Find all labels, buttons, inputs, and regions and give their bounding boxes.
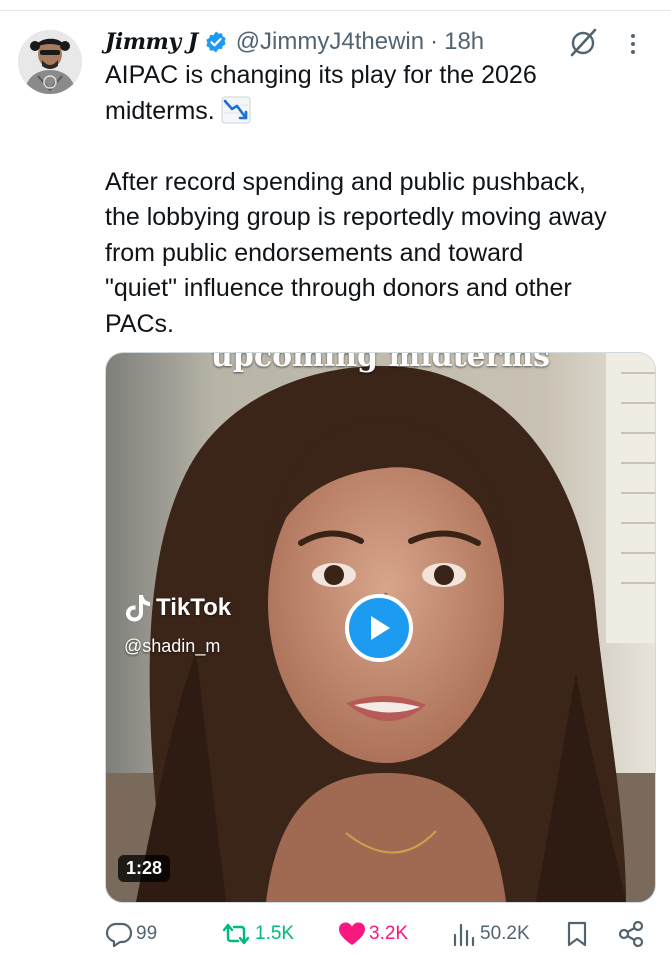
- tweet-text-line: midterms.: [105, 94, 660, 130]
- header-separator: ·: [430, 28, 439, 55]
- user-handle[interactable]: @JimmyJ4thewin: [236, 28, 424, 56]
- tweet-text: AIPAC is changing its play for the 2026 …: [105, 58, 660, 342]
- share-icon: [618, 920, 644, 948]
- tweet-text-line: After record spending and public pushbac…: [105, 167, 586, 196]
- views-button[interactable]: 50.2K: [451, 916, 530, 952]
- bookmark-button[interactable]: [565, 916, 592, 952]
- play-icon: [371, 616, 390, 640]
- repost-icon: [222, 923, 250, 945]
- top-divider: [0, 0, 671, 11]
- heart-icon: [339, 922, 365, 945]
- tweet-text-fragment: midterms.: [105, 96, 215, 125]
- video-caption: upcoming midterms: [211, 352, 550, 374]
- reply-button[interactable]: 99: [105, 916, 157, 952]
- repost-count: 1.5K: [255, 923, 295, 944]
- tiktok-brand-label: TikTok: [156, 594, 232, 621]
- video-duration: 1:28: [118, 855, 171, 882]
- play-button[interactable]: [345, 594, 413, 662]
- repost-button[interactable]: 1.5K: [220, 916, 294, 952]
- verified-badge-icon: [204, 30, 228, 54]
- grok-icon[interactable]: [565, 25, 601, 61]
- views-count: 50.2K: [480, 923, 530, 944]
- avatar[interactable]: [18, 30, 82, 94]
- tiktok-logo-icon: [126, 595, 150, 622]
- reply-icon: [105, 922, 133, 948]
- tiktok-username: @shadin_m: [124, 636, 221, 656]
- more-options-icon[interactable]: [628, 32, 638, 56]
- reply-count: 99: [136, 923, 158, 944]
- like-count: 3.2K: [369, 923, 409, 944]
- tweet-text-line: "quiet" influence through donors and oth…: [105, 274, 572, 302]
- chart-decreasing-emoji-icon: [221, 96, 251, 124]
- tiktok-watermark: TikTok: [124, 593, 231, 623]
- analytics-icon: [453, 923, 475, 947]
- tweet-text-line: AIPAC is changing its play for the 2026: [105, 61, 537, 89]
- display-name[interactable]: Jimmy J: [105, 29, 198, 55]
- tweet-header: Jimmy J @JimmyJ4thewin · 18h: [105, 24, 484, 60]
- like-button[interactable]: 3.2K: [338, 916, 408, 952]
- video-player[interactable]: upcoming midterms TikTok @shadin_m 1:28: [105, 352, 656, 903]
- share-button[interactable]: [617, 916, 648, 952]
- bookmark-icon: [567, 921, 587, 947]
- tweet-text-line: the lobbying group is reportedly moving …: [105, 203, 607, 231]
- timestamp[interactable]: 18h: [444, 28, 484, 56]
- action-bar: 99 1.5K 3.2K 50.2K: [105, 916, 660, 952]
- tweet-text-line: PACs.: [105, 309, 174, 338]
- tweet-text-line: from public endorsements and toward: [105, 238, 524, 267]
